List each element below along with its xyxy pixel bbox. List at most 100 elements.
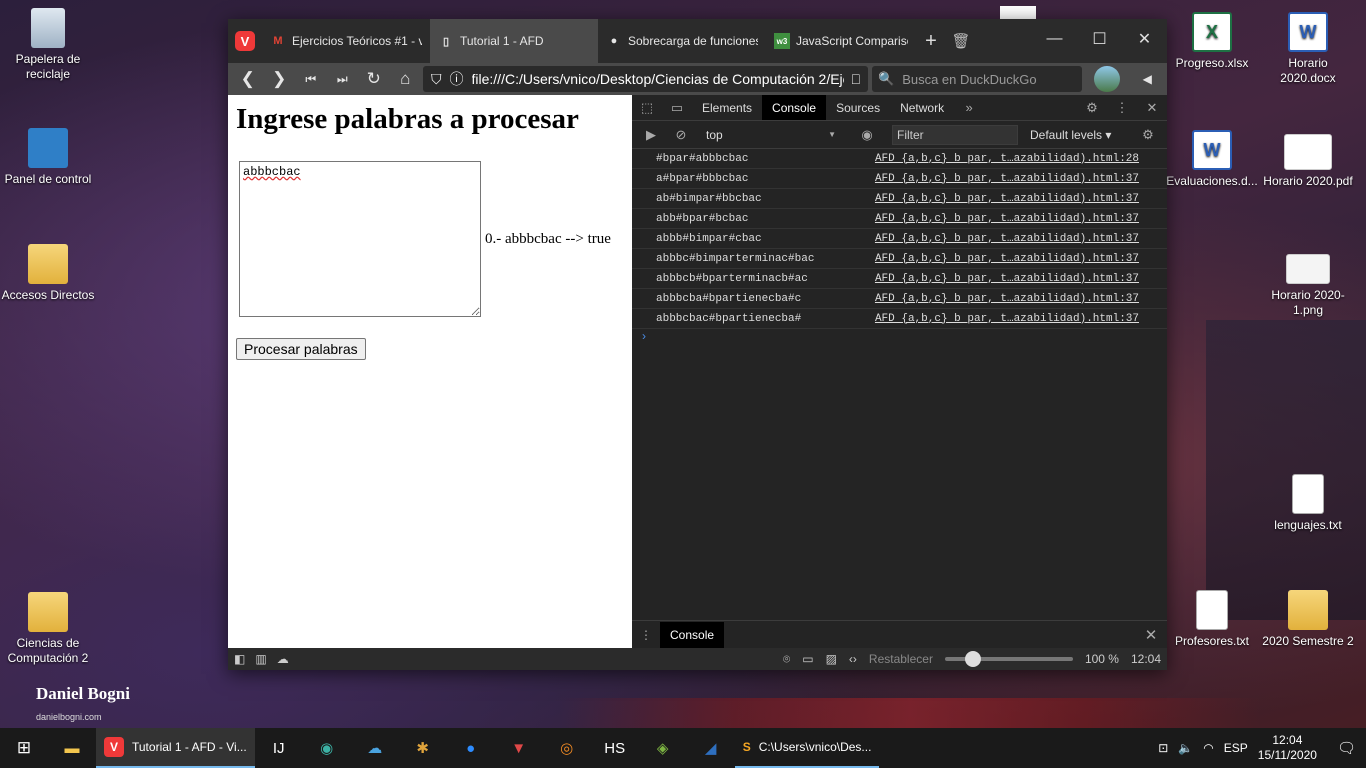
system-tray: ⊡ 🔈 ◠ ESP 12:04 15/11/2020 🗨 <box>1158 733 1366 763</box>
log-source-link[interactable]: AFD {a,b,c} b par, t…azabilidad).html:37 <box>875 173 1167 185</box>
desktop-icon-ciencias-computacion[interactable]: Ciencias de Computación 2 <box>0 592 96 666</box>
context-select[interactable]: top <box>706 128 836 142</box>
cloud-icon[interactable]: ☁ <box>277 652 289 666</box>
desktop-icon-lenguajes[interactable]: lenguajes.txt <box>1260 474 1356 533</box>
rewind-button[interactable]: ⏮ <box>297 65 325 93</box>
taskbar-clock[interactable]: 12:04 15/11/2020 <box>1258 733 1317 763</box>
log-source-link[interactable]: AFD {a,b,c} b par, t…azabilidad).html:37 <box>875 253 1167 265</box>
language-indicator[interactable]: ESP <box>1224 741 1248 755</box>
maximize-button[interactable]: ☐ <box>1077 19 1122 59</box>
bookmark-icon[interactable]: ⎕ <box>852 71 860 88</box>
recycle-bin-icon <box>31 8 65 48</box>
panel-toggle-icon[interactable]: ◧ <box>234 652 245 666</box>
image-toggle-icon[interactable]: ▨ <box>826 652 837 666</box>
log-source-link[interactable]: AFD {a,b,c} b par, t…azabilidad).html:37 <box>875 313 1167 325</box>
reset-zoom-label[interactable]: Restablecer <box>869 652 933 666</box>
taskbar-app-vivaldi[interactable]: V Tutorial 1 - AFD - Vi... <box>96 728 255 768</box>
settings-icon[interactable]: ⚙ <box>1077 95 1107 120</box>
close-button[interactable]: ✕ <box>1122 19 1167 59</box>
log-source-link[interactable]: AFD {a,b,c} b par, t…azabilidad).html:37 <box>875 233 1167 245</box>
close-drawer-icon[interactable]: ✕ <box>1135 626 1167 644</box>
log-source-link[interactable]: AFD {a,b,c} b par, t…azabilidad).html:37 <box>875 273 1167 285</box>
tab-console[interactable]: Console <box>762 95 827 120</box>
back-button[interactable]: ❮ <box>234 65 262 93</box>
log-source-link[interactable]: AFD {a,b,c} b par, t…azabilidad).html:37 <box>875 293 1167 305</box>
notifications-icon[interactable]: 🗨 <box>1337 739 1356 757</box>
desktop-icon-horario-png[interactable]: Horario 2020-1.png <box>1260 254 1356 318</box>
words-textarea[interactable] <box>239 161 481 317</box>
camera-icon[interactable]: ⌾ <box>783 652 790 667</box>
forward-button[interactable]: ❯ <box>266 65 294 93</box>
console-settings-icon[interactable]: ⚙ <box>1133 127 1163 143</box>
tab-ejercicios[interactable]: M Ejercicios Teóricos #1 - v... <box>262 19 430 63</box>
taskbar-app-sublime[interactable]: S C:\Users\vnico\Des... <box>734 728 880 768</box>
tab-network[interactable]: Network <box>890 95 954 120</box>
shark-app-icon[interactable]: ◢ <box>687 728 735 768</box>
clear-console-icon[interactable]: ⊘ <box>670 127 692 143</box>
inspect-icon[interactable]: ⬚ <box>632 95 662 120</box>
desktop-icon-control-panel[interactable]: Panel de control <box>0 128 96 187</box>
desktop-icon-evaluaciones[interactable]: W Evaluaciones.d... <box>1164 130 1260 189</box>
log-source-link[interactable]: AFD {a,b,c} b par, t…azabilidad).html:37 <box>875 213 1167 225</box>
url-field[interactable]: ⛉ ⓘ file:///C:/Users/vnico/Desktop/Cienc… <box>423 66 868 92</box>
filter-input[interactable]: Filter <box>892 124 1018 145</box>
sidebar-toggle-icon[interactable]: ▶ <box>636 127 666 143</box>
zoom-slider-knob[interactable] <box>964 651 981 667</box>
kebab-menu-icon[interactable]: ⋮ <box>1107 95 1137 120</box>
page-tiling-icon[interactable]: ▭ <box>802 652 813 666</box>
desktop-icon-horario-docx[interactable]: W Horario 2020.docx <box>1260 12 1356 86</box>
start-button[interactable]: ⊞ <box>0 738 48 758</box>
cloud-app-icon[interactable]: ☁ <box>351 728 399 768</box>
tab-tiling-icon[interactable]: ▥ <box>255 652 266 666</box>
desktop-icon-semestre[interactable]: 2020 Semestre 2 <box>1260 590 1356 649</box>
drawer-menu-icon[interactable]: ⋮ <box>632 628 660 642</box>
desktop-icon-progreso[interactable]: X Progreso.xlsx <box>1164 12 1260 71</box>
fast-forward-button[interactable]: ⏭ <box>329 65 357 93</box>
file-explorer-icon[interactable]: ▬ <box>48 728 96 768</box>
process-words-button[interactable]: Procesar palabras <box>236 338 366 360</box>
device-toggle-icon[interactable]: ▭ <box>662 95 692 120</box>
volume-icon[interactable]: 🔈 <box>1178 741 1193 755</box>
eye-icon[interactable]: ◉ <box>852 127 882 143</box>
desktop-icon-recycle-bin[interactable]: Papelera de reciclaje <box>0 8 96 82</box>
minimize-button[interactable]: — <box>1032 19 1077 59</box>
home-button[interactable]: ⌂ <box>392 65 420 93</box>
vivaldi-menu-button[interactable]: V <box>228 19 262 63</box>
download-icon[interactable]: ▼ <box>495 728 543 768</box>
wifi-icon[interactable]: ◠ <box>1203 741 1213 755</box>
zoom-icon[interactable]: ● <box>447 728 495 768</box>
ubuntu-icon[interactable]: ◎ <box>543 728 591 768</box>
info-icon: ⓘ <box>449 71 464 87</box>
hs-icon[interactable]: HS <box>591 728 639 768</box>
panel-toggle-button[interactable]: ◀ <box>1134 65 1162 93</box>
reload-button[interactable]: ↻ <box>360 65 388 93</box>
zoom-slider[interactable] <box>944 651 1073 667</box>
desktop-icon-label: 2020 Semestre 2 <box>1262 634 1354 648</box>
tab-sobrecarga[interactable]: ● Sobrecarga de funciones <box>598 19 766 63</box>
settings-app-icon[interactable]: ◈ <box>639 728 687 768</box>
pdf-icon <box>1284 134 1332 170</box>
intellij-icon[interactable]: IJ <box>255 728 303 768</box>
network-icon[interactable]: ⊡ <box>1158 741 1168 755</box>
tab-tutorial-afd[interactable]: ▯ Tutorial 1 - AFD <box>430 19 598 63</box>
console-prompt[interactable]: › <box>632 329 1167 347</box>
log-source-link[interactable]: AFD {a,b,c} b par, t…azabilidad).html:28 <box>875 153 1167 165</box>
log-source-link[interactable]: AFD {a,b,c} b par, t…azabilidad).html:37 <box>875 193 1167 205</box>
trash-icon[interactable]: 🗑 <box>946 19 976 63</box>
tab-elements[interactable]: Elements <box>692 95 762 120</box>
desktop-icon-accesos-directos[interactable]: Accesos Directos <box>0 244 96 303</box>
desktop-icon-profesores[interactable]: Profesores.txt <box>1164 590 1260 649</box>
more-tabs-icon[interactable]: » <box>954 95 984 120</box>
code-icon[interactable]: ‹› <box>849 652 857 666</box>
slack-icon[interactable]: ✱ <box>399 728 447 768</box>
profile-avatar[interactable] <box>1094 66 1120 92</box>
tab-sources[interactable]: Sources <box>826 95 890 120</box>
gitkraken-icon[interactable]: ◉ <box>303 728 351 768</box>
close-devtools-icon[interactable]: ✕ <box>1137 95 1167 120</box>
desktop-icon-horario-pdf[interactable]: Horario 2020.pdf <box>1260 134 1356 189</box>
search-field[interactable]: 🔍 Busca en DuckDuckGo <box>872 66 1082 92</box>
new-tab-button[interactable]: + <box>916 19 946 63</box>
drawer-tab-console[interactable]: Console <box>660 621 725 648</box>
levels-dropdown[interactable]: Default levels ▾ <box>1030 128 1111 142</box>
tab-js-comparison[interactable]: w3 JavaScript Comparison and <box>766 19 916 63</box>
